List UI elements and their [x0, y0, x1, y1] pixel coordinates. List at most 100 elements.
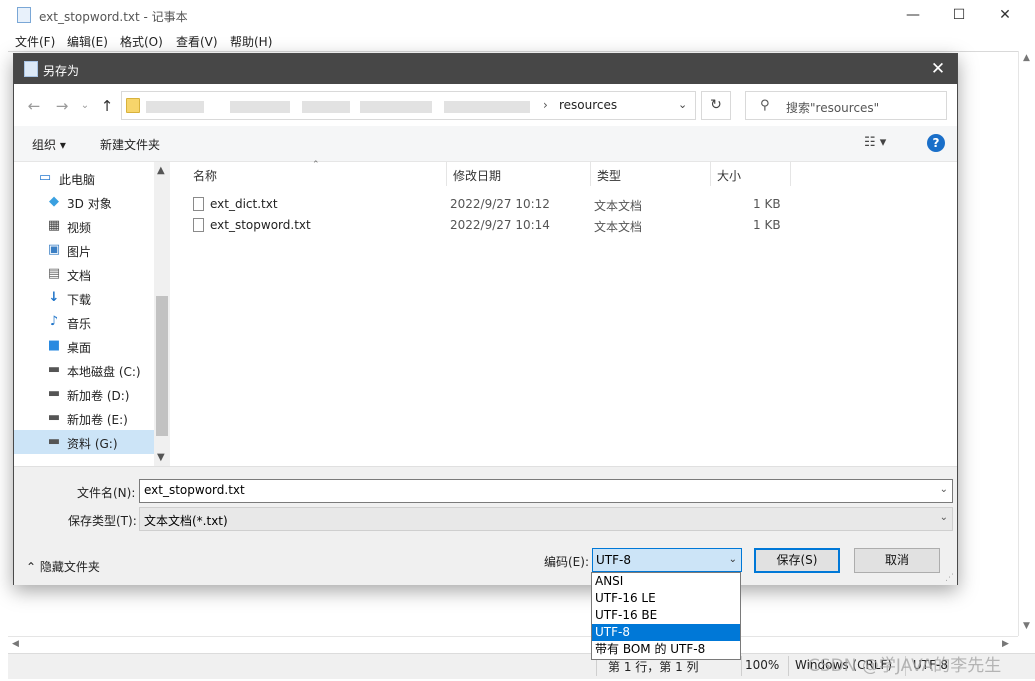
refresh-button[interactable]: ↻ [701, 91, 731, 120]
scroll-thumb[interactable] [156, 296, 168, 436]
file-row[interactable]: ext_stopword.txt 2022/9/27 10:14 文本文档 1 … [187, 215, 807, 236]
encoding-option-utf16be[interactable]: UTF-16 BE [592, 607, 740, 624]
column-header-type[interactable]: 类型 [591, 162, 711, 186]
search-box[interactable]: ⚲ 搜索"resources" [745, 91, 947, 120]
filetype-label: 保存类型(T): [68, 514, 137, 528]
column-header-date[interactable]: 修改日期 [447, 162, 591, 186]
minimize-button[interactable]: — [890, 0, 936, 30]
file-type: 文本文档 [594, 199, 643, 213]
address-bar[interactable]: › resources ⌄ [121, 91, 696, 120]
blurred-path-segment [444, 101, 530, 113]
status-divider [788, 656, 789, 676]
search-icon: ⚲ [760, 98, 770, 113]
scroll-right-icon[interactable]: ▶ [1002, 639, 1009, 649]
chevron-down-icon[interactable]: ⌄ [940, 512, 948, 523]
dialog-close-button[interactable]: ✕ [923, 54, 953, 84]
scroll-up-icon[interactable]: ▲ [1023, 53, 1030, 63]
breadcrumb-chevron-icon: › [543, 98, 548, 112]
nav-item-drive-g[interactable]: ▬ 资料 (G:) [14, 430, 154, 454]
organize-button[interactable]: 组织 ▾ [32, 136, 66, 153]
nav-item-pictures[interactable]: ▣ 图片 [14, 238, 154, 262]
text-file-icon [193, 218, 204, 232]
address-dropdown-chevron-icon[interactable]: ⌄ [678, 98, 687, 111]
cancel-button[interactable]: 取消 [854, 548, 940, 573]
filename-input[interactable] [144, 483, 924, 497]
scroll-left-icon[interactable]: ◀ [12, 639, 19, 649]
recent-locations-chevron-icon[interactable]: ⌄ [74, 95, 96, 117]
file-list: 名称 ⌃ 修改日期 类型 大小 ext_dict.txt 2022/9/27 1… [171, 160, 957, 466]
nav-item-drive-e[interactable]: ▬ 新加卷 (E:) [14, 406, 154, 430]
desktop-icon: ■ [47, 338, 61, 353]
nav-item-videos[interactable]: ▦ 视频 [14, 214, 154, 238]
file-row[interactable]: ext_dict.txt 2022/9/27 10:12 文本文档 1 KB [187, 194, 807, 215]
nav-item-desktop[interactable]: ■ 桌面 [14, 334, 154, 358]
breadcrumb-current[interactable]: resources [559, 98, 617, 112]
refresh-icon: ↻ [710, 97, 722, 113]
blurred-path-segment [146, 101, 204, 113]
back-arrow-icon[interactable]: ← [23, 95, 45, 117]
column-header-size[interactable]: 大小 [711, 162, 791, 186]
scroll-down-icon[interactable]: ▼ [1023, 621, 1030, 631]
new-folder-button[interactable]: 新建文件夹 [100, 136, 160, 153]
nav-item-this-pc[interactable]: ▭ 此电脑 [14, 166, 154, 190]
drive-icon: ▬ [47, 410, 61, 425]
maximize-button[interactable]: ☐ [936, 0, 982, 30]
download-icon: ↓ [48, 290, 60, 305]
resize-grip-icon[interactable]: ⋰ [945, 573, 954, 583]
nav-item-drive-c[interactable]: ▬ 本地磁盘 (C:) [14, 358, 154, 382]
navigation-pane-scrollbar[interactable]: ▲ ▼ [154, 162, 170, 466]
chevron-down-icon[interactable]: ⌄ [729, 554, 737, 565]
scroll-up-icon[interactable]: ▲ [157, 165, 165, 176]
dialog-bottom-panel: 文件名(N): ⌄ 保存类型(T): 文本文档(*.txt) ⌄ ⌃ 隐藏文件夹… [14, 466, 957, 585]
menu-format[interactable]: 格式(O) [120, 33, 163, 50]
picture-icon: ▣ [47, 242, 61, 257]
encoding-option-utf8-bom[interactable]: 带有 BOM 的 UTF-8 [592, 641, 740, 658]
save-as-dialog: 另存为 ✕ ← → ⌄ ↑ › resources ⌄ ↻ ⚲ 搜索"resou… [13, 53, 958, 585]
drive-icon: ▬ [47, 362, 61, 377]
nav-item-label: 图片 [67, 245, 92, 259]
dialog-title: 另存为 [43, 64, 80, 78]
up-arrow-icon[interactable]: ↑ [96, 95, 118, 117]
encoding-option-utf8[interactable]: UTF-8 [592, 624, 740, 641]
nav-item-3d-objects[interactable]: ◆ 3D 对象 [14, 190, 154, 214]
nav-item-downloads[interactable]: ↓ 下载 [14, 286, 154, 310]
nav-item-documents[interactable]: ▤ 文档 [14, 262, 154, 286]
drive-icon: ▬ [47, 434, 61, 449]
forward-arrow-icon[interactable]: → [51, 95, 73, 117]
encoding-select[interactable]: UTF-8 ⌄ [592, 548, 742, 572]
notepad-vertical-scrollbar[interactable]: ▲ ▼ [1018, 51, 1035, 636]
encoding-option-utf16le[interactable]: UTF-16 LE [592, 590, 740, 607]
filename-combobox[interactable]: ⌄ [139, 479, 953, 503]
help-icon[interactable]: ? [927, 134, 945, 152]
menu-edit[interactable]: 编辑(E) [67, 33, 108, 50]
nav-item-music[interactable]: ♪ 音乐 [14, 310, 154, 334]
nav-item-label: 此电脑 [59, 173, 96, 187]
filetype-select[interactable]: 文本文档(*.txt) ⌄ [139, 507, 953, 531]
menu-help[interactable]: 帮助(H) [230, 33, 272, 50]
scroll-down-icon[interactable]: ▼ [157, 452, 165, 463]
status-divider [741, 656, 742, 676]
nav-item-label: 3D 对象 [67, 197, 112, 211]
chevron-up-icon: ⌃ [26, 560, 37, 574]
navigation-pane: ▭ 此电脑 ◆ 3D 对象 ▦ 视频 ▣ 图片 ▤ 文档 ↓ 下载 ♪ 音乐 ■ [14, 162, 170, 466]
status-position: 第 1 行，第 1 列 [608, 660, 699, 674]
encoding-value: UTF-8 [596, 553, 631, 567]
menu-view[interactable]: 查看(V) [176, 33, 218, 50]
close-button[interactable]: ✕ [982, 0, 1028, 30]
nav-item-label: 下载 [67, 293, 92, 307]
nav-item-drive-d[interactable]: ▬ 新加卷 (D:) [14, 382, 154, 406]
search-placeholder: 搜索"resources" [786, 101, 880, 115]
save-button[interactable]: 保存(S) [754, 548, 840, 573]
menu-file[interactable]: 文件(F) [15, 33, 55, 50]
folder-icon [126, 98, 140, 113]
notepad-menubar: 文件(F) 编辑(E) 格式(O) 查看(V) 帮助(H) [0, 30, 1035, 51]
encoding-label: 编码(E): [544, 555, 589, 569]
view-options-icon[interactable]: ☷ ▾ [864, 135, 886, 150]
encoding-option-ansi[interactable]: ANSI [592, 573, 740, 590]
blurred-path-segment [360, 101, 432, 113]
hide-folders-toggle[interactable]: ⌃ 隐藏文件夹 [26, 558, 100, 575]
chevron-down-icon[interactable]: ⌄ [940, 484, 948, 495]
notepad-title: ext_stopword.txt - 记事本 [39, 10, 188, 24]
filename-label: 文件名(N): [77, 486, 136, 500]
encoding-options-list: ANSI UTF-16 LE UTF-16 BE UTF-8 带有 BOM 的 … [591, 572, 741, 660]
